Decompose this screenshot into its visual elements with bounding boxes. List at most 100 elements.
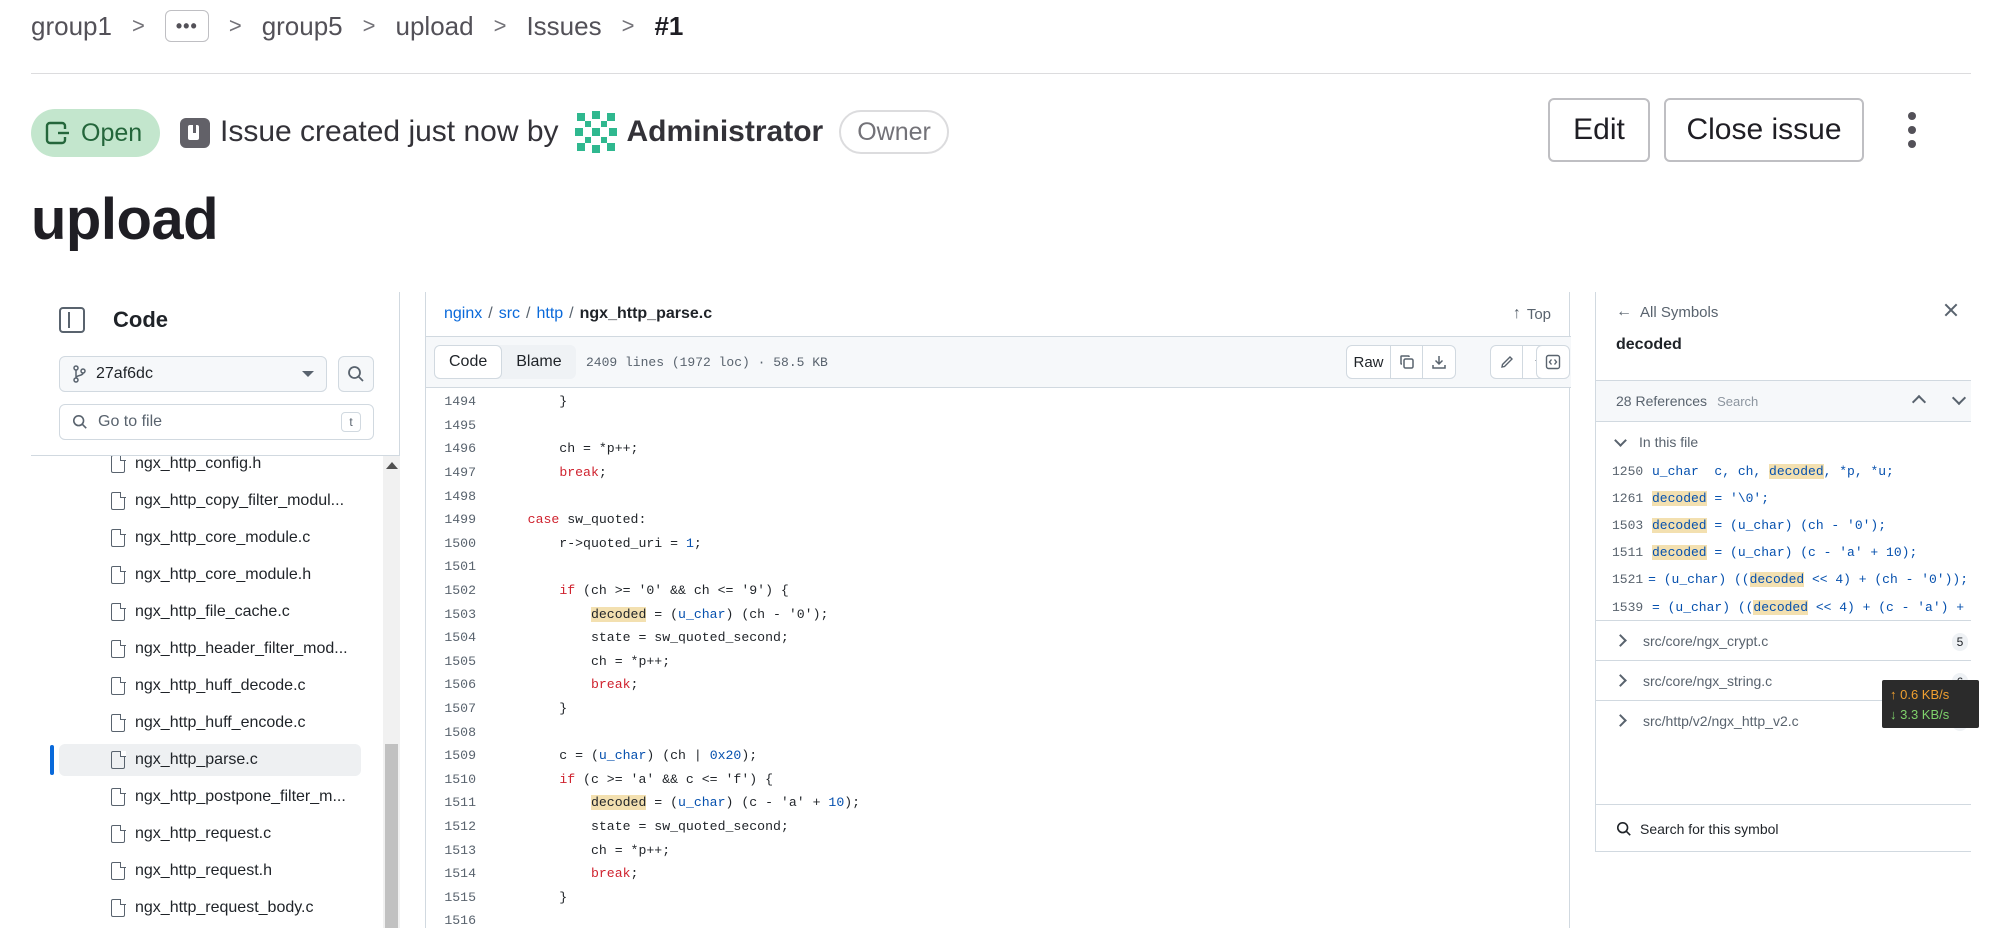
line-number[interactable]: 1509 [426, 748, 476, 763]
line-number[interactable]: 1496 [426, 441, 476, 456]
file-tree-item[interactable]: ngx_http_copy_filter_modul... [59, 485, 361, 517]
line-number[interactable]: 1504 [426, 630, 476, 645]
go-to-file-input[interactable]: Go to file t [59, 404, 374, 440]
all-symbols-label: All Symbols [1640, 303, 1719, 321]
line-number[interactable]: 1498 [426, 489, 476, 504]
avatar[interactable] [573, 109, 619, 155]
breadcrumb-issues[interactable]: Issues [526, 11, 601, 42]
code-text: break; [496, 465, 607, 480]
file-tree-item[interactable]: ngx_http_config.h [59, 456, 361, 480]
more-actions-button[interactable] [1900, 108, 1924, 152]
code-text: r->quoted_uri = 1; [496, 536, 701, 551]
tree-scrollbar[interactable] [383, 456, 400, 928]
line-number[interactable]: 1511 [426, 795, 476, 810]
code-text: case sw_quoted: [496, 512, 647, 527]
pencil-icon [1500, 356, 1513, 368]
reference-row[interactable]: 1261 decoded = '\0'; [1612, 485, 1968, 511]
line-number[interactable]: 1512 [426, 819, 476, 834]
line-number[interactable]: 1497 [426, 465, 476, 480]
file-tree-item[interactable]: ngx_http_request_body.c [59, 892, 361, 924]
path-separator: / [526, 305, 531, 322]
file-tree-item[interactable]: ngx_http_core_module.h [59, 559, 361, 591]
line-number[interactable]: 1503 [426, 607, 476, 622]
code-lines: 1494 } 1495 1496 ch = *p++; 1497 break; 1498… [426, 388, 1571, 928]
download-button[interactable] [1423, 346, 1455, 378]
line-number[interactable]: 1500 [426, 536, 476, 551]
reference-row[interactable]: 1503 decoded = (u_char) (ch - '0'); [1612, 512, 1968, 538]
reference-row[interactable]: 1539 = (u_char) ((decoded << 4) + (c - 'a… [1612, 594, 1968, 620]
line-number[interactable]: 1514 [426, 866, 476, 881]
raw-button[interactable]: Raw [1347, 346, 1391, 378]
code-token: << 4) + (ch - '0')); [1804, 572, 1968, 588]
close-icon[interactable] [1943, 302, 1959, 318]
edit-file-button[interactable] [1491, 346, 1523, 378]
reference-row[interactable]: 1521 = (u_char) ((decoded << 4) + (ch - '… [1612, 567, 1968, 593]
symbol-highlight[interactable]: decoded [590, 606, 647, 622]
file-tree-item[interactable]: ngx_http_postpone_filter_m... [59, 781, 361, 813]
tab-code[interactable]: Code [434, 345, 503, 379]
reference-row[interactable]: 1250 u_char c, ch, decoded, *p, *u; [1612, 458, 1968, 484]
path-link-nginx[interactable]: nginx [444, 305, 482, 323]
sidebar-collapse-icon[interactable] [59, 307, 85, 333]
file-tree-item[interactable]: ngx_http_parse.c [59, 744, 361, 776]
line-number[interactable]: 1495 [426, 418, 476, 433]
all-symbols-link[interactable]: ← All Symbols [1616, 300, 1718, 324]
tab-blame[interactable]: Blame [502, 345, 575, 379]
file-tree-item[interactable]: ngx_http_request.c [59, 818, 361, 850]
line-number[interactable]: 1499 [426, 512, 476, 527]
code-token: << 4) + (c - 'a') + [1808, 599, 1965, 615]
copy-button[interactable] [1391, 346, 1423, 378]
breadcrumb-group1[interactable]: group1 [31, 11, 112, 42]
tree-search-button[interactable] [338, 356, 374, 392]
chevron-up-icon[interactable] [1911, 394, 1927, 410]
scroll-top-link[interactable]: ↑ Top [1513, 298, 1551, 330]
references-search-link[interactable]: Search [1717, 394, 1758, 409]
search-symbol-button[interactable]: Search for this symbol [1596, 804, 1971, 852]
file-tree-item[interactable]: ngx_http_header_filter_mod... [59, 633, 361, 665]
file-tree-item[interactable]: ngx_http_huff_encode.c [59, 707, 361, 739]
file-tree-item[interactable]: ngx_http_file_cache.c [59, 596, 361, 628]
line-number[interactable]: 1505 [426, 654, 476, 669]
edit-button[interactable]: Edit [1548, 98, 1650, 162]
breadcrumb-group5[interactable]: group5 [262, 11, 343, 42]
line-number[interactable]: 1513 [426, 843, 476, 858]
search-icon [72, 414, 87, 429]
code-text: decoded = (u_char) (ch - '0'); [496, 606, 828, 622]
close-issue-button[interactable]: Close issue [1664, 98, 1864, 162]
code-line: 1502 if (ch >= '0' && ch <= '9') { [426, 579, 1571, 603]
line-number[interactable]: 1507 [426, 701, 476, 716]
file-tree-item-label: ngx_http_huff_decode.c [135, 677, 306, 694]
symbol-highlight[interactable]: decoded [590, 795, 647, 811]
breadcrumb-ellipsis-button[interactable]: ••• [164, 10, 209, 42]
code-token: ) (ch | [646, 748, 710, 764]
line-number[interactable]: 1515 [426, 890, 476, 905]
line-number[interactable]: 1494 [426, 394, 476, 409]
code-line: 1501 [426, 555, 1571, 579]
scrollbar-thumb[interactable] [385, 744, 398, 928]
branch-select[interactable]: 27af6dc [59, 356, 327, 392]
line-number[interactable]: 1508 [426, 725, 476, 740]
path-link-src[interactable]: src [499, 305, 520, 323]
chevron-down-icon[interactable] [1951, 390, 1967, 406]
line-number[interactable]: 1510 [426, 772, 476, 787]
in-this-file-toggle[interactable]: In this file [1614, 428, 1698, 456]
file-tree-item[interactable]: ngx_http_request.h [59, 855, 361, 887]
symbols-panel-button[interactable] [1536, 345, 1570, 379]
line-number[interactable]: 1502 [426, 583, 476, 598]
line-number[interactable]: 1516 [426, 913, 476, 928]
file-tree-item[interactable]: ngx_http_huff_decode.c [59, 670, 361, 702]
breadcrumb-current[interactable]: #1 [654, 11, 683, 42]
line-number[interactable]: 1501 [426, 559, 476, 574]
file-tree-item-label: ngx_http_core_module.c [135, 529, 311, 546]
breadcrumb-upload[interactable]: upload [396, 11, 474, 42]
code-line: 1514 break; [426, 862, 1571, 886]
author-link[interactable]: Administrator [627, 115, 824, 149]
line-number[interactable]: 1506 [426, 677, 476, 692]
path-link-http[interactable]: http [536, 305, 563, 323]
code-line: 1508 [426, 720, 1571, 744]
scroll-up-icon[interactable] [386, 462, 398, 469]
reference-file-group[interactable]: src/core/ngx_crypt.c 5 [1596, 620, 1971, 660]
file-tree-item-label: ngx_http_postpone_filter_m... [135, 788, 346, 805]
file-tree-item[interactable]: ngx_http_core_module.c [59, 522, 361, 554]
reference-row[interactable]: 1511 decoded = (u_char) (c - 'a' + 10); [1612, 540, 1968, 566]
